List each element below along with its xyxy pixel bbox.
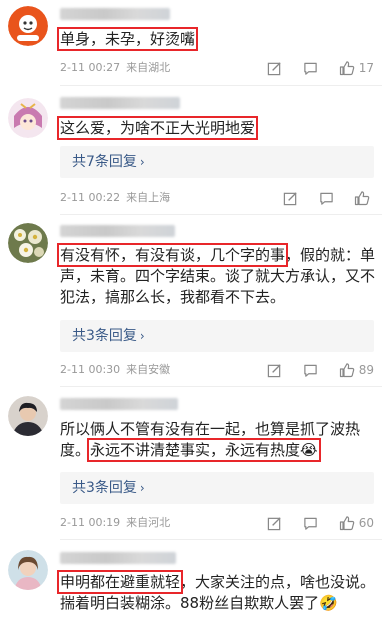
like-count: 17 (358, 61, 374, 75)
avatar[interactable] (8, 98, 48, 138)
comment-time: 2-11 00:19 (60, 516, 121, 529)
username-redacted[interactable] (60, 97, 180, 109)
avatar[interactable] (8, 396, 48, 436)
username-redacted[interactable] (60, 398, 178, 410)
chevron-right-icon: › (139, 481, 145, 495)
comment-location: 来自安徽 (126, 363, 171, 376)
username-redacted[interactable] (60, 552, 176, 564)
divider (60, 386, 382, 387)
comment-time: 2-11 00:30 (60, 363, 121, 376)
comment-icon[interactable] (302, 361, 320, 379)
edit-icon[interactable] (266, 59, 284, 77)
avatar[interactable] (8, 6, 48, 46)
like-count: 89 (358, 363, 374, 377)
replies-button[interactable]: 共7条回复 › (60, 146, 374, 178)
comment-actions: 89 (248, 361, 374, 379)
replies-button[interactable]: 共3条回复 › (60, 320, 374, 352)
avatar[interactable] (8, 550, 48, 590)
divider (60, 214, 382, 215)
avatar[interactable] (8, 223, 48, 263)
comment-text: 这么爱，为啥不正大光明地爱 (56, 116, 376, 140)
highlighted-text: 有没有怀，有没有谈，几个字的事 (56, 243, 289, 267)
comment-icon[interactable] (302, 59, 320, 77)
thumbs-up-icon[interactable] (338, 514, 356, 532)
comment-text: 单身，未孕，好烫嘴 (56, 27, 376, 51)
edit-icon[interactable] (266, 361, 284, 379)
replies-label: 共3条回复 (72, 328, 137, 344)
chevron-right-icon: › (139, 155, 145, 169)
comment-actions: 60 (248, 514, 374, 532)
edit-icon[interactable] (281, 189, 299, 207)
comment-meta: 2-11 00:30 来自安徽 (60, 362, 170, 378)
replies-label: 共3条回复 (72, 480, 137, 496)
chevron-right-icon: › (139, 329, 145, 343)
comment-icon[interactable] (302, 514, 320, 532)
comment-meta: 2-11 00:19 来自河北 (60, 515, 170, 531)
comment-text: 申明都在避重就轻，大家关注的点，啥也没说。揣着明白装糊涂。88粉丝自欺欺人罢了🤣 (56, 570, 376, 614)
highlighted-text: 申明都在避重就轻 (56, 570, 184, 594)
comment-actions: 17 (248, 59, 374, 77)
username-redacted[interactable] (60, 225, 175, 237)
edit-icon[interactable] (266, 514, 284, 532)
comment-location: 来自上海 (126, 191, 171, 204)
comment-time: 2-11 00:27 (60, 61, 121, 74)
divider (60, 85, 382, 86)
username-redacted[interactable] (60, 8, 170, 20)
thumbs-up-icon[interactable] (353, 189, 371, 207)
comment-meta: 2-11 00:22 来自上海 (60, 190, 170, 206)
replies-label: 共7条回复 (72, 154, 137, 170)
comment-location: 来自湖北 (126, 61, 171, 74)
thumbs-up-icon[interactable] (338, 59, 356, 77)
comment-text: 有没有怀，有没有谈，几个字的事，假的就：单声，未育。四个字结束。谈了就大方承认，… (56, 243, 376, 308)
comment-location: 来自河北 (126, 516, 171, 529)
comment-text: 所以俩人不管有没有在一起，也算是抓了波热度。永远不讲清楚事实，永远有热度😭 (60, 419, 376, 462)
comment-actions (263, 189, 374, 207)
like-count: 60 (358, 516, 374, 530)
thumbs-up-icon[interactable] (338, 361, 356, 379)
highlighted-text: 这么爱，为啥不正大光明地爱 (56, 116, 259, 140)
divider (60, 539, 382, 540)
comment-time: 2-11 00:22 (60, 191, 121, 204)
replies-button[interactable]: 共3条回复 › (60, 472, 374, 504)
highlighted-text: 永远不讲清楚事实，永远有热度😭 (87, 438, 321, 462)
comment-meta: 2-11 00:27 来自湖北 (60, 60, 170, 76)
comment-icon[interactable] (317, 189, 335, 207)
highlighted-text: 单身，未孕，好烫嘴 (56, 27, 199, 51)
